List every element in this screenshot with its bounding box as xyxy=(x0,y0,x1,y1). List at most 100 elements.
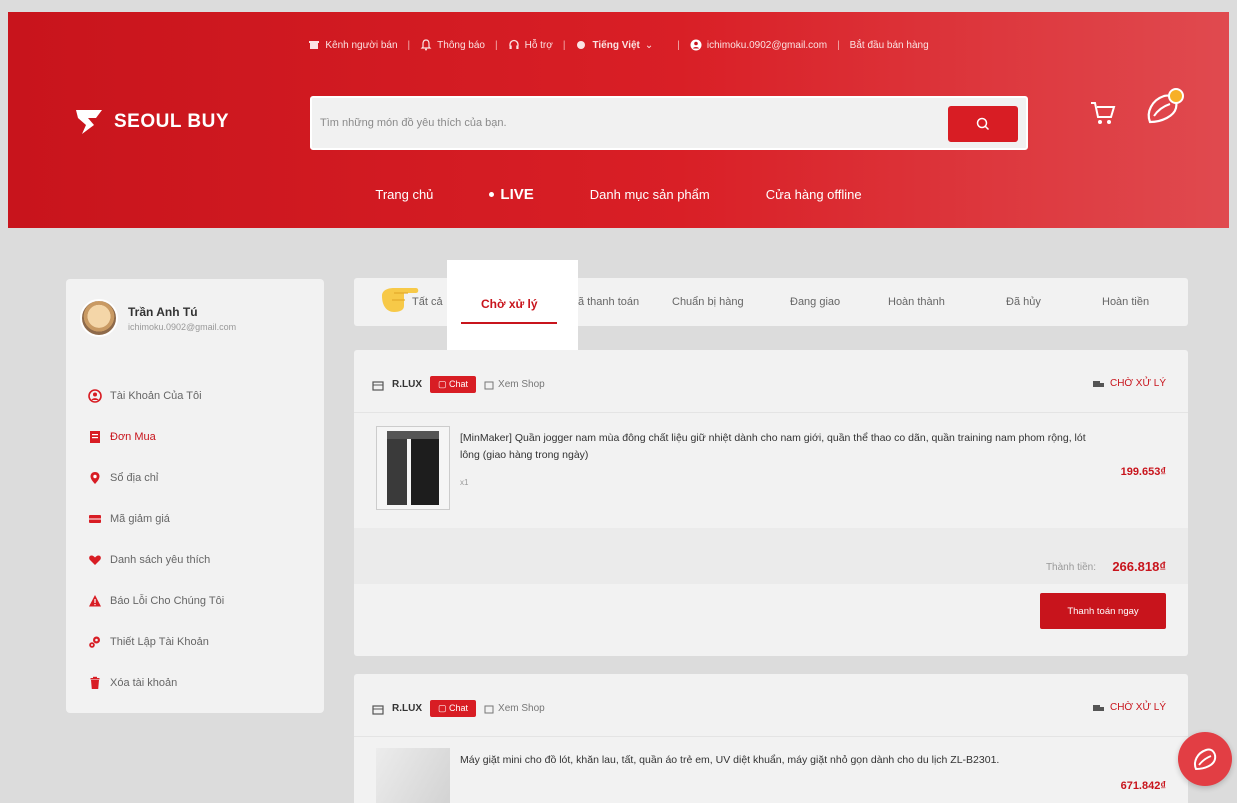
bell-icon xyxy=(420,39,432,51)
profile-name: Trần Anh Tú xyxy=(128,304,198,319)
profile-summary: Trần Anh Tú ichimoku.0902@gmail.com xyxy=(80,299,236,337)
notifications-link[interactable]: Thông báo xyxy=(410,39,495,51)
chat-label: Chat xyxy=(449,379,469,389)
notifications-label: Thông báo xyxy=(437,39,485,51)
sidebar-item-my-account[interactable]: Tài Khoản Của Tôi xyxy=(88,375,224,416)
nav-live-label: LIVE xyxy=(500,186,534,203)
language-label: Tiếng Việt xyxy=(592,39,640,51)
tab-completed[interactable]: Hoàn thành xyxy=(888,296,945,308)
sidebar-item-label: Đơn Mua xyxy=(110,430,156,443)
chat-button[interactable]: ▢ Chat xyxy=(430,700,477,717)
seller-channel-link[interactable]: Kênh người bán xyxy=(298,39,407,51)
nav-categories[interactable]: Danh mục sản phẩm xyxy=(562,186,738,203)
sidebar-item-wishlist[interactable]: Danh sách yêu thích xyxy=(88,539,224,580)
product-thumbnail[interactable] xyxy=(376,748,450,803)
tab-preparing[interactable]: Chuẩn bị hàng xyxy=(672,296,744,308)
truck-icon xyxy=(1092,380,1104,387)
voucher-icon xyxy=(89,514,101,523)
pay-now-button[interactable]: Thanh toán ngay xyxy=(1040,593,1166,629)
mascot-icon xyxy=(1194,748,1217,771)
search-icon xyxy=(976,117,990,131)
search-input[interactable] xyxy=(320,112,940,134)
avatar[interactable] xyxy=(80,299,118,337)
logo-icon xyxy=(76,110,102,134)
logo-text: SEOUL BUY xyxy=(114,111,230,132)
chat-assistant-button[interactable] xyxy=(1178,732,1232,786)
order-status: CHỜ XỬ LÝ xyxy=(1092,702,1166,713)
order-status: CHỜ XỬ LÝ xyxy=(1092,378,1166,389)
tab-paid[interactable]: Đã thanh toán xyxy=(570,296,639,308)
support-label: Hỗ trợ xyxy=(524,39,553,51)
account-email: ichimoku.0902@gmail.com xyxy=(706,39,828,51)
nav-home[interactable]: Trang chủ xyxy=(347,186,461,203)
order-status-label: CHỜ XỬ LÝ xyxy=(1109,702,1166,713)
tab-shipping[interactable]: Đang giao xyxy=(790,296,840,308)
top-bar: Kênh người bán | Thông báo | Hỗ trợ | Ti… xyxy=(8,34,1229,56)
trash-icon xyxy=(90,676,100,689)
tab-pending[interactable]: Chờ xử lý xyxy=(481,297,538,311)
sidebar-item-delete-account[interactable]: Xóa tài khoản xyxy=(88,662,224,703)
store-icon xyxy=(372,380,384,391)
start-selling-link[interactable]: Bắt đầu bán hàng xyxy=(840,40,939,51)
chevron-down-icon: ⌄ xyxy=(644,39,654,51)
chat-button[interactable]: ▢ Chat xyxy=(430,376,477,393)
warning-icon xyxy=(89,594,101,606)
account-sidebar: Trần Anh Tú ichimoku.0902@gmail.com Tài … xyxy=(66,279,324,713)
sidebar-item-label: Tài Khoản Của Tôi xyxy=(110,389,202,402)
sidebar-item-orders[interactable]: Đơn Mua xyxy=(88,416,224,457)
sidebar-item-account-settings[interactable]: Thiết Lập Tài Khoản xyxy=(88,621,224,662)
shop-header: R.LUX ▢ Chat Xem Shop xyxy=(372,700,545,717)
seller-channel-label: Kênh người bán xyxy=(325,39,398,51)
nav-live[interactable]: LIVE xyxy=(461,186,561,203)
product-quantity: x1 xyxy=(460,478,469,487)
order-total-label: Thành tiền: xyxy=(1045,562,1096,573)
tab-refund[interactable]: Hoàn tiền xyxy=(1102,296,1149,308)
support-link[interactable]: Hỗ trợ xyxy=(498,39,563,51)
order-total-row xyxy=(354,528,1188,584)
site-header: Kênh người bán | Thông báo | Hỗ trợ | Ti… xyxy=(8,12,1229,228)
order-status-label: CHỜ XỬ LÝ xyxy=(1109,378,1166,389)
sidebar-item-report-bug[interactable]: Báo Lỗi Cho Chúng Tôi xyxy=(88,580,224,621)
site-logo[interactable]: SEOUL BUY xyxy=(74,108,229,136)
store-icon xyxy=(372,704,384,715)
sidebar-item-vouchers[interactable]: Mã giảm giá xyxy=(88,498,224,539)
view-shop-button[interactable]: Xem Shop xyxy=(484,703,545,714)
settings-icon xyxy=(89,636,100,648)
product-image xyxy=(377,427,449,509)
sidebar-item-label: Thiết Lập Tài Khoản xyxy=(110,635,209,648)
language-selector[interactable]: Tiếng Việt ⌄ xyxy=(565,39,663,51)
shop-name[interactable]: R.LUX xyxy=(392,703,422,714)
search-button[interactable] xyxy=(948,106,1018,142)
account-link[interactable]: ichimoku.0902@gmail.com xyxy=(680,39,837,51)
view-shop-label: Xem Shop xyxy=(498,379,545,390)
shop-icon xyxy=(484,705,494,713)
sidebar-item-address-book[interactable]: Sổ địa chỉ xyxy=(88,457,224,498)
nav-home-label: Trang chủ xyxy=(375,187,434,202)
product-price: 671.842₫ xyxy=(1120,780,1166,792)
shop-name[interactable]: R.LUX xyxy=(392,379,422,390)
product-title[interactable]: [MinMaker] Quần jogger nam mùa đông chất… xyxy=(460,430,1090,464)
order-card: R.LUX ▢ Chat Xem Shop CHỜ XỬ LÝ Máy giặt… xyxy=(354,674,1188,803)
sidebar-item-label: Xóa tài khoản xyxy=(110,676,178,689)
active-tab-underline xyxy=(461,322,557,324)
divider xyxy=(354,412,1188,413)
order-icon xyxy=(90,430,100,443)
headset-icon xyxy=(508,39,520,51)
sidebar-item-label: Mã giảm giá xyxy=(110,512,170,525)
main-nav: Trang chủ LIVE Danh mục sản phẩm Cửa hàn… xyxy=(8,186,1229,203)
sidebar-item-label: Báo Lỗi Cho Chúng Tôi xyxy=(110,594,225,607)
chat-label: Chat xyxy=(449,703,469,713)
live-dot-icon xyxy=(489,192,495,197)
location-icon xyxy=(90,471,100,484)
truck-icon xyxy=(1092,704,1104,711)
view-shop-button[interactable]: Xem Shop xyxy=(484,379,545,390)
heart-icon xyxy=(89,555,101,565)
cart-icon[interactable] xyxy=(1088,98,1118,128)
store-icon xyxy=(308,39,320,51)
product-thumbnail[interactable] xyxy=(376,426,450,510)
nav-offline-stores[interactable]: Cửa hàng offline xyxy=(738,186,890,203)
product-title[interactable]: Máy giặt mini cho đồ lót, khăn lau, tất,… xyxy=(460,752,1090,769)
tab-cancelled[interactable]: Đã hủy xyxy=(1006,296,1041,308)
sidebar-item-label: Danh sách yêu thích xyxy=(110,553,211,566)
shop-icon xyxy=(484,381,494,389)
